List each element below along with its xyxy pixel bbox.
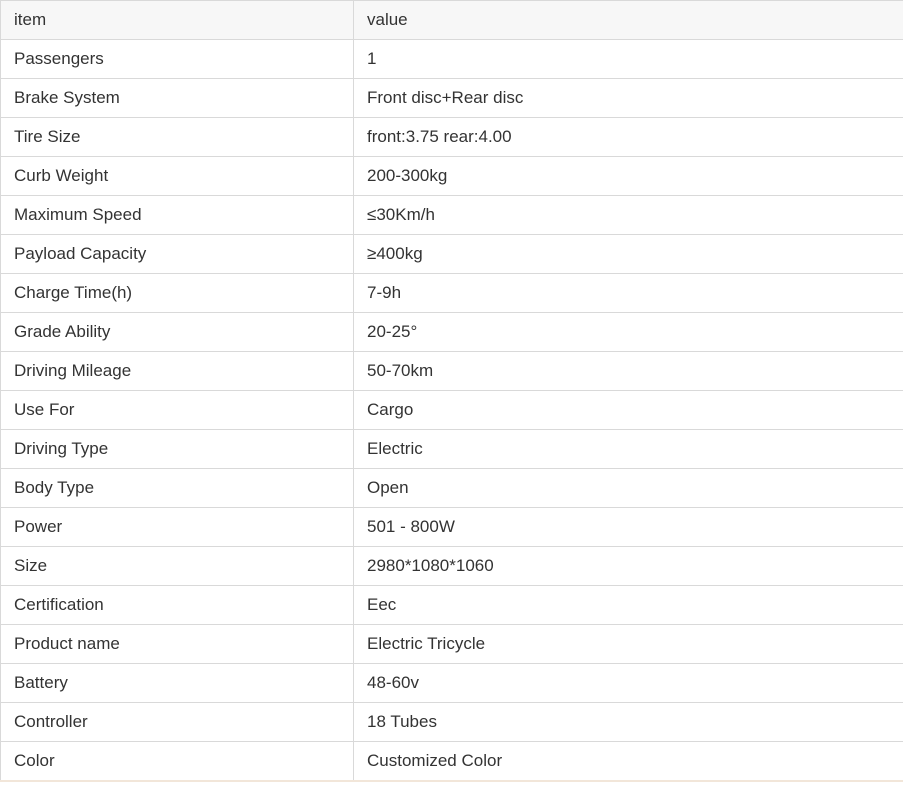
header-row: item value (0, 0, 903, 40)
table-row: Battery 48-60v (0, 663, 903, 703)
table-row: Product name Electric Tricycle (0, 624, 903, 664)
table-row: Payload Capacity ≥400kg (0, 234, 903, 274)
item-cell: Charge Time(h) (0, 273, 354, 313)
spec-table: item value Passengers 1 Brake System Fro… (0, 0, 903, 782)
table-row: Use For Cargo (0, 390, 903, 430)
table-row: Charge Time(h) 7-9h (0, 273, 903, 313)
value-cell: 18 Tubes (353, 702, 903, 742)
table-row: Brake System Front disc+Rear disc (0, 78, 903, 118)
item-cell: Controller (0, 702, 354, 742)
item-cell: Brake System (0, 78, 354, 118)
table-row: Body Type Open (0, 468, 903, 508)
item-cell: Certification (0, 585, 354, 625)
value-cell: ≤30Km/h (353, 195, 903, 235)
table-row: Color Customized Color (0, 741, 903, 782)
item-cell: Curb Weight (0, 156, 354, 196)
value-cell: 200-300kg (353, 156, 903, 196)
item-cell: Passengers (0, 39, 354, 79)
table-row: Power 501 - 800W (0, 507, 903, 547)
value-cell: Open (353, 468, 903, 508)
value-cell: Electric Tricycle (353, 624, 903, 664)
item-cell: Use For (0, 390, 354, 430)
value-cell: Front disc+Rear disc (353, 78, 903, 118)
table-row: Certification Eec (0, 585, 903, 625)
item-cell: Tire Size (0, 117, 354, 157)
item-cell: Maximum Speed (0, 195, 354, 235)
item-cell: Battery (0, 663, 354, 703)
table-row: Passengers 1 (0, 39, 903, 79)
item-cell: Size (0, 546, 354, 586)
column-header-value: value (353, 0, 903, 40)
value-cell: 20-25° (353, 312, 903, 352)
item-cell: Payload Capacity (0, 234, 354, 274)
table-header: item value (0, 0, 903, 40)
column-header-item: item (0, 0, 354, 40)
table-row: Curb Weight 200-300kg (0, 156, 903, 196)
table-row: Controller 18 Tubes (0, 702, 903, 742)
table-row: Size 2980*1080*1060 (0, 546, 903, 586)
value-cell: 2980*1080*1060 (353, 546, 903, 586)
item-cell: Driving Type (0, 429, 354, 469)
value-cell: 50-70km (353, 351, 903, 391)
item-cell: Body Type (0, 468, 354, 508)
table-row: Driving Mileage 50-70km (0, 351, 903, 391)
item-cell: Driving Mileage (0, 351, 354, 391)
table-body: Passengers 1 Brake System Front disc+Rea… (0, 39, 903, 782)
table-row: Driving Type Electric (0, 429, 903, 469)
value-cell: Electric (353, 429, 903, 469)
value-cell: 7-9h (353, 273, 903, 313)
item-cell: Power (0, 507, 354, 547)
table-row: Grade Ability 20-25° (0, 312, 903, 352)
value-cell: Cargo (353, 390, 903, 430)
table-row: Tire Size front:3.75 rear:4.00 (0, 117, 903, 157)
value-cell: 48-60v (353, 663, 903, 703)
item-cell: Color (0, 741, 354, 782)
value-cell: 1 (353, 39, 903, 79)
item-cell: Product name (0, 624, 354, 664)
value-cell: 501 - 800W (353, 507, 903, 547)
table-row: Maximum Speed ≤30Km/h (0, 195, 903, 235)
value-cell: Eec (353, 585, 903, 625)
item-cell: Grade Ability (0, 312, 354, 352)
value-cell: ≥400kg (353, 234, 903, 274)
value-cell: front:3.75 rear:4.00 (353, 117, 903, 157)
value-cell: Customized Color (353, 741, 903, 782)
